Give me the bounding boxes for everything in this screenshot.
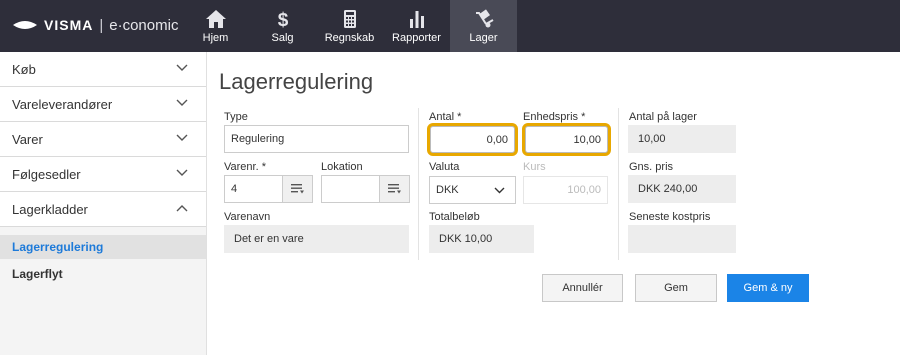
nav-rapporter-label: Rapporter xyxy=(392,32,441,44)
varenavn-value: Det er en vare xyxy=(234,233,304,245)
gns-pris-field: DKK 240,00 xyxy=(628,175,736,203)
antal-label: Antal * xyxy=(429,111,462,123)
lokation-input[interactable] xyxy=(321,175,410,203)
type-select[interactable]: Regulering xyxy=(224,125,409,153)
nav-salg[interactable]: $ Salg xyxy=(249,0,316,52)
hand-truck-icon xyxy=(473,9,495,29)
sidebar-item-lagerkladder[interactable]: Lagerkladder xyxy=(0,192,206,227)
lokation-lookup-button[interactable] xyxy=(379,176,409,202)
column-divider xyxy=(618,108,619,260)
sidebar-item-label: Varer xyxy=(12,131,43,147)
kurs-label: Kurs xyxy=(523,161,546,173)
lokation-label: Lokation xyxy=(321,161,363,173)
totalbelob-label: Totalbeløb xyxy=(429,211,480,223)
sidebar-item-label: Vareleverandører xyxy=(12,96,113,112)
sidebar-item-label: Lagerkladder xyxy=(12,201,88,217)
save-button[interactable]: Gem xyxy=(635,274,717,302)
valuta-select[interactable]: DKK xyxy=(429,176,516,204)
sidebar-subitem-label: Lagerflyt xyxy=(12,267,63,281)
type-value: Regulering xyxy=(231,133,285,145)
varenr-value: 4 xyxy=(231,183,238,195)
logo-separator: | xyxy=(99,16,104,34)
enhedspris-input[interactable]: 10,00 xyxy=(525,126,608,153)
antal-lager-field: 10,00 xyxy=(628,125,736,153)
top-bar: VISMA | e·conomic Hjem $ Salg Regnskab R… xyxy=(0,0,900,52)
visma-logo-icon xyxy=(13,21,37,29)
sidebar-item-lagerflyt[interactable]: Lagerflyt xyxy=(0,262,206,286)
chevron-down-icon xyxy=(176,64,188,71)
varenavn-label: Varenavn xyxy=(224,211,271,223)
nav-lager-label: Lager xyxy=(469,32,498,44)
nav-salg-label: Salg xyxy=(271,32,294,44)
page-title: Lagerregulering xyxy=(219,69,374,94)
totalbelob-value: DKK 10,00 xyxy=(439,233,493,245)
kurs-input: 100,00 xyxy=(523,176,608,204)
sidebar-item-kob[interactable]: Køb xyxy=(0,52,206,87)
logo-visma-text: VISMA xyxy=(44,17,94,33)
enhedspris-value: 10,00 xyxy=(573,133,601,146)
seneste-kostpris-label: Seneste kostpris xyxy=(629,211,711,223)
varenr-lookup-button[interactable] xyxy=(282,176,312,202)
chevron-down-icon xyxy=(494,187,505,194)
sidebar-submenu: Lagerregulering Lagerflyt xyxy=(0,227,206,286)
main-nav: Hjem $ Salg Regnskab Rapporter Lager xyxy=(182,0,517,52)
save-and-new-button[interactable]: Gem & ny xyxy=(727,274,809,302)
enhedspris-label: Enhedspris * xyxy=(523,111,586,123)
sidebar-item-label: Følgesedler xyxy=(12,166,81,182)
chevron-down-icon xyxy=(176,99,188,106)
nav-rapporter[interactable]: Rapporter xyxy=(383,0,450,52)
seneste-kostpris-field xyxy=(628,225,736,253)
visma-economic-logo[interactable]: VISMA | e·conomic xyxy=(12,14,178,36)
calculator-icon xyxy=(339,9,361,29)
valuta-value: DKK xyxy=(436,184,459,196)
sidebar-item-lagerregulering[interactable]: Lagerregulering xyxy=(0,235,206,259)
varenr-label: Varenr. * xyxy=(224,161,266,173)
sidebar-item-folgesedler[interactable]: Følgesedler xyxy=(0,157,206,192)
logo-product-text: e·conomic xyxy=(109,16,179,34)
main-content: Lagerregulering Type Regulering Varenr. … xyxy=(207,52,900,355)
nav-lager[interactable]: Lager xyxy=(450,0,517,52)
cancel-button[interactable]: Annullér xyxy=(542,274,623,302)
antal-value: 0,00 xyxy=(486,133,508,146)
nav-hjem[interactable]: Hjem xyxy=(182,0,249,52)
varenr-input[interactable]: 4 xyxy=(224,175,313,203)
home-icon xyxy=(205,9,227,29)
chevron-down-icon xyxy=(176,134,188,141)
chevron-up-icon xyxy=(176,205,188,212)
bar-chart-icon xyxy=(406,9,428,29)
antal-lager-value: 10,00 xyxy=(638,133,666,145)
chevron-down-icon xyxy=(176,169,188,176)
sidebar: Køb Vareleverandører Varer Følgesedler L… xyxy=(0,52,207,355)
type-label: Type xyxy=(224,111,248,123)
varenavn-field: Det er en vare xyxy=(224,225,409,253)
list-icon xyxy=(388,184,401,194)
nav-hjem-label: Hjem xyxy=(202,32,229,44)
gns-pris-label: Gns. pris xyxy=(629,161,674,173)
sidebar-item-label: Køb xyxy=(12,61,36,77)
sidebar-subitem-label: Lagerregulering xyxy=(12,240,104,254)
nav-regnskab[interactable]: Regnskab xyxy=(316,0,383,52)
sidebar-item-vareleverandorer[interactable]: Vareleverandører xyxy=(0,87,206,122)
column-divider xyxy=(418,108,419,260)
antal-lager-label: Antal på lager xyxy=(629,111,697,123)
valuta-label: Valuta xyxy=(429,161,460,173)
list-icon xyxy=(291,184,304,194)
antal-input[interactable]: 0,00 xyxy=(430,126,515,153)
dollar-icon: $ xyxy=(272,9,294,29)
kurs-value: 100,00 xyxy=(567,184,601,196)
sidebar-item-varer[interactable]: Varer xyxy=(0,122,206,157)
gns-pris-value: DKK 240,00 xyxy=(638,183,698,195)
svg-text:$: $ xyxy=(277,10,288,29)
nav-regnskab-label: Regnskab xyxy=(324,32,375,44)
totalbelob-field: DKK 10,00 xyxy=(429,225,534,253)
